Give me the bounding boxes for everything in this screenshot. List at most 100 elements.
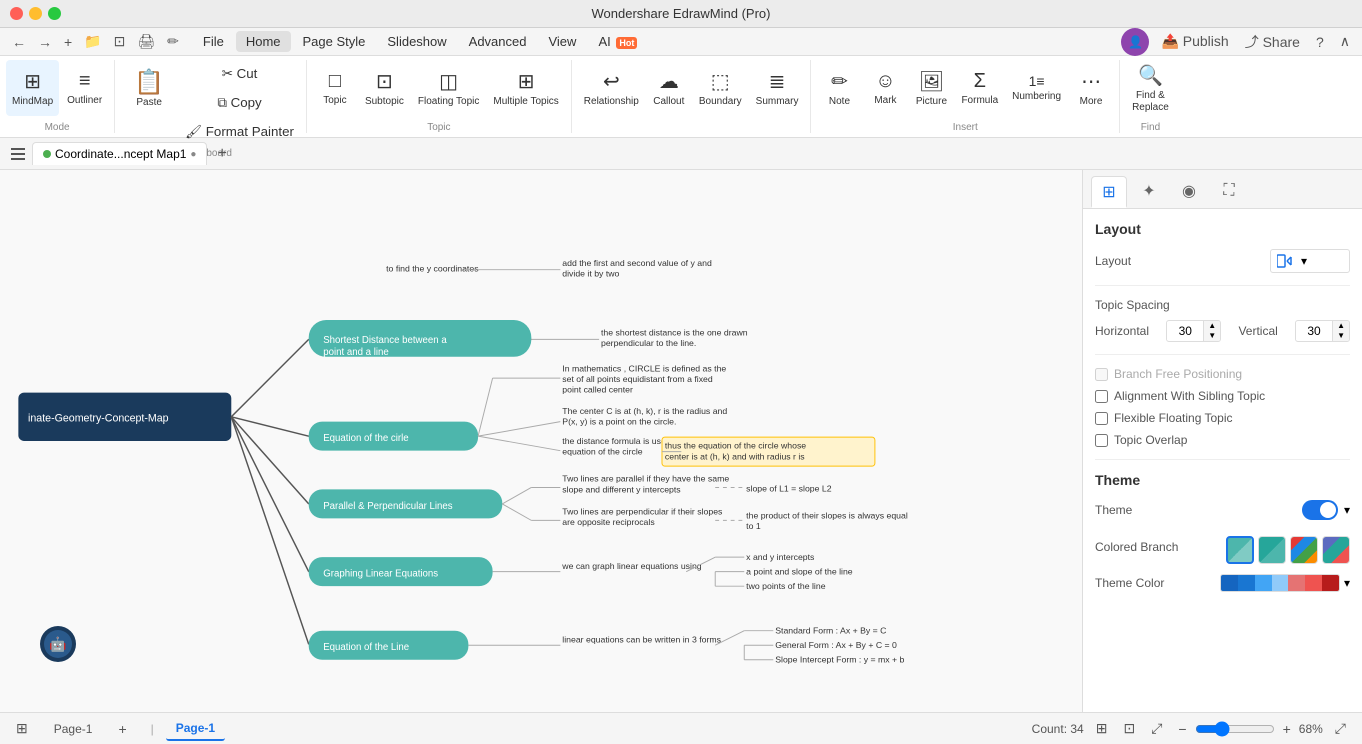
- svg-text:perpendicular to the line.: perpendicular to the line.: [601, 338, 696, 348]
- floating-topic-label: Floating Topic: [418, 96, 480, 108]
- edit-button[interactable]: ✏: [163, 31, 183, 52]
- tab-unsaved-indicator: [43, 150, 51, 158]
- share-button[interactable]: ⤴ Share: [1241, 30, 1304, 54]
- vertical-up[interactable]: ▲: [1333, 321, 1349, 331]
- menu-ai[interactable]: AI Hot: [588, 31, 647, 52]
- publish-button[interactable]: 📤 Publish: [1157, 31, 1232, 52]
- theme-color-row: Theme Color ▾: [1095, 574, 1350, 592]
- svg-text:to 1: to 1: [746, 521, 761, 531]
- outline-view-button[interactable]: ⊡: [1119, 718, 1139, 739]
- help-button[interactable]: ?: [1312, 32, 1328, 52]
- svg-text:Standard Form : Ax + By = C: Standard Form : Ax + By = C: [775, 626, 886, 636]
- horizontal-input[interactable]: [1167, 322, 1203, 340]
- zoom-slider[interactable]: [1195, 721, 1275, 737]
- more-button[interactable]: ⋯ More: [1069, 60, 1113, 116]
- flexible-label: Flexible Floating Topic: [1114, 411, 1233, 425]
- relationship-button[interactable]: ↩ Relationship: [578, 60, 645, 116]
- swatch-1[interactable]: [1226, 536, 1254, 564]
- mindmap-canvas[interactable]: inate-Geometry-Concept-Map Shortest Dist…: [0, 170, 1082, 712]
- maximize-button[interactable]: [48, 7, 61, 20]
- theme-toggle[interactable]: [1302, 500, 1338, 520]
- menu-slideshow[interactable]: Slideshow: [377, 31, 456, 52]
- menu-advanced[interactable]: Advanced: [459, 31, 537, 52]
- subtopic-label: Subtopic: [365, 96, 404, 108]
- collapse-button[interactable]: ∧: [1336, 31, 1354, 52]
- menu-view[interactable]: View: [538, 31, 586, 52]
- tab-coordinate-map[interactable]: Coordinate...ncept Map1 ●: [32, 142, 207, 165]
- zoom-in-button[interactable]: +: [1279, 719, 1295, 739]
- sidebar-toggle[interactable]: [8, 147, 28, 161]
- add-page-button[interactable]: +: [114, 719, 130, 739]
- svg-text:divide it by two: divide it by two: [562, 268, 619, 278]
- page-1-tab[interactable]: Page-1: [44, 718, 103, 740]
- expand-button[interactable]: ⤢: [1331, 718, 1350, 739]
- panel-tab-settings[interactable]: ⛶: [1211, 176, 1247, 208]
- insert-group: ✏ Note ☺ Mark 🖼 Picture Σ Formula 1≡ Num…: [811, 60, 1120, 133]
- swatch-3[interactable]: [1290, 536, 1318, 564]
- open-button[interactable]: 📁: [80, 31, 105, 52]
- menu-page-style[interactable]: Page Style: [293, 31, 376, 52]
- mode-group: ⊞ MindMap ≡ Outliner Mode: [0, 60, 115, 133]
- panel-tab-location[interactable]: ◉: [1171, 176, 1207, 208]
- canvas-area[interactable]: 🤖 inate-Geometry-Concept-Map Short: [0, 170, 1082, 712]
- outliner-button[interactable]: ≡ Outliner: [61, 60, 108, 116]
- menu-home[interactable]: Home: [236, 31, 291, 52]
- vertical-input[interactable]: [1296, 322, 1332, 340]
- topic-button[interactable]: □ Topic: [313, 60, 357, 116]
- close-button[interactable]: [10, 7, 23, 20]
- formula-button[interactable]: Σ Formula: [955, 60, 1004, 116]
- numbering-button[interactable]: 1≡ Numbering: [1006, 60, 1067, 116]
- theme-section-title: Theme: [1095, 472, 1350, 488]
- note-button[interactable]: ✏ Note: [817, 60, 861, 116]
- vertical-spinner[interactable]: ▲ ▼: [1295, 320, 1350, 342]
- new-button[interactable]: +: [60, 32, 76, 52]
- vertical-down[interactable]: ▼: [1333, 331, 1349, 341]
- alignment-checkbox[interactable]: [1095, 390, 1108, 403]
- count-label: Count: 34: [1032, 722, 1084, 736]
- zoom-out-button[interactable]: −: [1174, 719, 1190, 739]
- undo-button[interactable]: ←: [8, 32, 30, 52]
- flexible-checkbox[interactable]: [1095, 412, 1108, 425]
- floating-topic-button[interactable]: ◫ Floating Topic: [412, 60, 486, 116]
- tab-close-button[interactable]: ●: [190, 149, 196, 160]
- user-avatar[interactable]: 👤: [1121, 28, 1149, 56]
- picture-button[interactable]: 🖼 Picture: [909, 60, 953, 116]
- connectors-group: ↩ Relationship ☁ Callout ⬚ Boundary ≣ Su…: [572, 60, 812, 133]
- mark-button[interactable]: ☺ Mark: [863, 60, 907, 116]
- template-button[interactable]: ⊡: [110, 31, 130, 52]
- horizontal-spinner[interactable]: ▲ ▼: [1166, 320, 1221, 342]
- svg-text:a point and slope of the line: a point and slope of the line: [746, 567, 853, 577]
- print-button[interactable]: 🖨: [133, 31, 159, 52]
- add-tab-button[interactable]: +: [211, 143, 232, 165]
- callout-button[interactable]: ☁ Callout: [647, 60, 691, 116]
- copy-button[interactable]: ⧉ Copy: [179, 89, 300, 117]
- topic-overlap-checkbox[interactable]: [1095, 434, 1108, 447]
- minimize-button[interactable]: [29, 7, 42, 20]
- theme-color-picker[interactable]: ▾: [1220, 574, 1350, 592]
- page-indicator-button[interactable]: ⊞: [12, 718, 32, 739]
- svg-text:we can graph linear equations: we can graph linear equations using: [561, 561, 702, 571]
- panel-tab-layout[interactable]: ⊞: [1091, 176, 1127, 208]
- panel-tab-ai[interactable]: ✦: [1131, 176, 1167, 208]
- mindmap-button[interactable]: ⊞ MindMap: [6, 60, 59, 116]
- spacing-row: Horizontal ▲ ▼ Vertical ▲ ▼: [1095, 320, 1350, 342]
- redo-button[interactable]: →: [34, 32, 56, 52]
- layout-dropdown[interactable]: ▾: [1270, 249, 1350, 273]
- menu-file[interactable]: File: [193, 31, 234, 52]
- paste-button[interactable]: 📋 Paste: [121, 60, 177, 116]
- cut-button[interactable]: ✂ Cut: [179, 60, 300, 88]
- multiple-topics-button[interactable]: ⊞ Multiple Topics: [487, 60, 564, 116]
- branch-free-checkbox[interactable]: [1095, 368, 1108, 381]
- swatch-4[interactable]: [1322, 536, 1350, 564]
- divider-1: [1095, 285, 1350, 286]
- subtopic-button[interactable]: ⊡ Subtopic: [359, 60, 410, 116]
- horizontal-down[interactable]: ▼: [1204, 331, 1220, 341]
- find-replace-button[interactable]: 🔍 Find &Replace: [1126, 60, 1175, 116]
- boundary-button[interactable]: ⬚ Boundary: [693, 60, 748, 116]
- horizontal-up[interactable]: ▲: [1204, 321, 1220, 331]
- summary-button[interactable]: ≣ Summary: [750, 60, 805, 116]
- fullscreen-button[interactable]: ⤢: [1147, 718, 1166, 739]
- grid-view-button[interactable]: ⊞: [1092, 718, 1112, 739]
- swatch-2[interactable]: [1258, 536, 1286, 564]
- ai-assistant-bubble[interactable]: 🤖: [40, 626, 76, 662]
